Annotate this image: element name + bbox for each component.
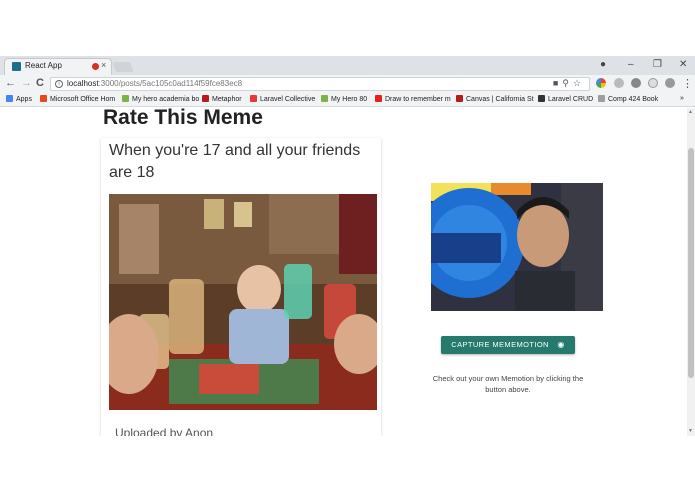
bookmark-label: Canvas | California St bbox=[466, 96, 534, 103]
meme-photo bbox=[109, 194, 377, 410]
bookmark-favicon-icon bbox=[122, 95, 129, 102]
bookmark-favicon-icon bbox=[40, 95, 47, 102]
camera-icon: ◉ bbox=[557, 340, 565, 349]
meme-caption: When you're 17 and all your friends are … bbox=[109, 142, 361, 181]
helper-text: Check out your own Memotion by clicking … bbox=[432, 374, 584, 394]
bookmark-favicon-icon bbox=[456, 95, 463, 102]
bookmark-item[interactable]: Laravel CRUD bbox=[538, 95, 593, 103]
capture-label: CAPTURE MEMEMOTION bbox=[451, 340, 549, 349]
extension-circle-icon[interactable] bbox=[648, 78, 658, 88]
minimize-button[interactable]: – bbox=[628, 59, 634, 70]
bookmark-label: Metaphor bbox=[212, 96, 242, 103]
bookmark-favicon-icon bbox=[375, 95, 382, 102]
bookmark-item[interactable]: Canvas | California St bbox=[456, 95, 534, 103]
tab-close-icon[interactable]: × bbox=[101, 60, 106, 70]
address-bar[interactable]: i localhost:3000/posts/5ac105c0ad114f59f… bbox=[50, 77, 590, 91]
bookmark-item[interactable]: Comp 424 Book bbox=[598, 95, 658, 103]
forward-button[interactable]: → bbox=[21, 77, 32, 89]
bookmark-favicon-icon bbox=[321, 95, 328, 102]
extension-w-icon[interactable] bbox=[614, 78, 624, 88]
bookmark-item[interactable]: My hero academia bo bbox=[122, 95, 199, 103]
bookmark-item[interactable]: Metaphor bbox=[202, 95, 242, 103]
meme-card: When you're 17 and all your friends are … bbox=[101, 138, 381, 436]
extension-shield-icon[interactable] bbox=[631, 78, 641, 88]
restore-button[interactable]: ❐ bbox=[653, 59, 662, 70]
bookmark-favicon-icon bbox=[538, 95, 545, 102]
webcam-preview bbox=[431, 183, 603, 311]
close-window-button[interactable]: ✕ bbox=[679, 59, 687, 70]
omnibox-icons: ■⚲☆ bbox=[553, 78, 585, 89]
search-icon[interactable]: ⚲ bbox=[562, 78, 573, 88]
page-scrollbar[interactable]: ▲ ▼ bbox=[687, 108, 695, 436]
bookmark-label: Draw to remember m bbox=[385, 96, 451, 103]
bookmarks-bar: Apps Microsoft Office Hom My hero academia… bbox=[0, 93, 695, 107]
bookmark-label: Microsoft Office Hom bbox=[50, 96, 116, 103]
menu-icon[interactable]: ⋮ bbox=[682, 77, 693, 90]
info-icon[interactable]: i bbox=[55, 80, 63, 88]
extension-chrome-icon[interactable] bbox=[596, 78, 606, 88]
bookmarks-more-button[interactable]: » bbox=[680, 95, 684, 102]
bookmark-item[interactable]: My Hero 80 bbox=[321, 95, 367, 103]
scroll-down-icon[interactable]: ▼ bbox=[688, 428, 693, 434]
bookmark-favicon-icon bbox=[202, 95, 209, 102]
bookmark-favicon-icon bbox=[250, 95, 257, 102]
reload-button[interactable]: C bbox=[36, 77, 44, 89]
bookmark-label: Laravel CRUD bbox=[548, 96, 594, 103]
bookmark-label: Comp 424 Book bbox=[608, 96, 659, 103]
bookmark-item[interactable]: Apps bbox=[6, 95, 32, 103]
webcam-video bbox=[431, 183, 603, 311]
bookmark-favicon-icon bbox=[598, 95, 605, 102]
recording-icon bbox=[92, 63, 99, 70]
bookmark-label: Apps bbox=[16, 96, 32, 103]
camera-icon[interactable]: ■ bbox=[553, 78, 562, 88]
capture-mememotion-button[interactable]: CAPTURE MEMEMOTION ◉ bbox=[441, 336, 575, 354]
new-tab-button[interactable] bbox=[112, 62, 134, 72]
meme-image[interactable] bbox=[109, 194, 377, 410]
url-text: localhost:3000/posts/5ac105c0ad114f59fce… bbox=[67, 79, 242, 88]
bookmark-label: Laravel Collective bbox=[260, 96, 316, 103]
star-icon[interactable]: ☆ bbox=[573, 78, 585, 88]
url-path: :3000/posts/5ac105c0ad114f59fce83ec8 bbox=[98, 79, 243, 88]
bookmark-item[interactable]: Microsoft Office Hom bbox=[40, 95, 115, 103]
bookmark-item[interactable]: Draw to remember m bbox=[375, 95, 451, 103]
cast-icon[interactable] bbox=[665, 78, 675, 88]
back-button[interactable]: ← bbox=[5, 77, 16, 89]
bookmark-label: My hero academia bo bbox=[132, 96, 200, 103]
page-viewport: Rate This Meme When you're 17 and all yo… bbox=[0, 108, 687, 436]
url-host: localhost bbox=[67, 79, 99, 88]
scroll-up-icon[interactable]: ▲ bbox=[688, 109, 693, 115]
scroll-thumb[interactable] bbox=[688, 148, 694, 378]
tab-strip: React App × ● – ❐ ✕ bbox=[0, 56, 695, 75]
account-icon[interactable]: ● bbox=[600, 59, 606, 70]
toolbar: ← → C i localhost:3000/posts/5ac105c0ad1… bbox=[0, 75, 695, 93]
uploaded-by: Uploaded by Anon bbox=[115, 426, 214, 436]
page-title: Rate This Meme bbox=[103, 108, 263, 129]
browser-window: React App × ● – ❐ ✕ ← → C i localhost:30… bbox=[0, 56, 695, 436]
react-favicon-icon bbox=[12, 62, 21, 71]
bookmark-label: My Hero 80 bbox=[331, 96, 368, 103]
bookmark-item[interactable]: Laravel Collective bbox=[250, 95, 315, 103]
tab-react-app[interactable]: React App × bbox=[4, 58, 112, 75]
tab-title: React App bbox=[25, 61, 62, 70]
bookmark-favicon-icon bbox=[6, 95, 13, 102]
